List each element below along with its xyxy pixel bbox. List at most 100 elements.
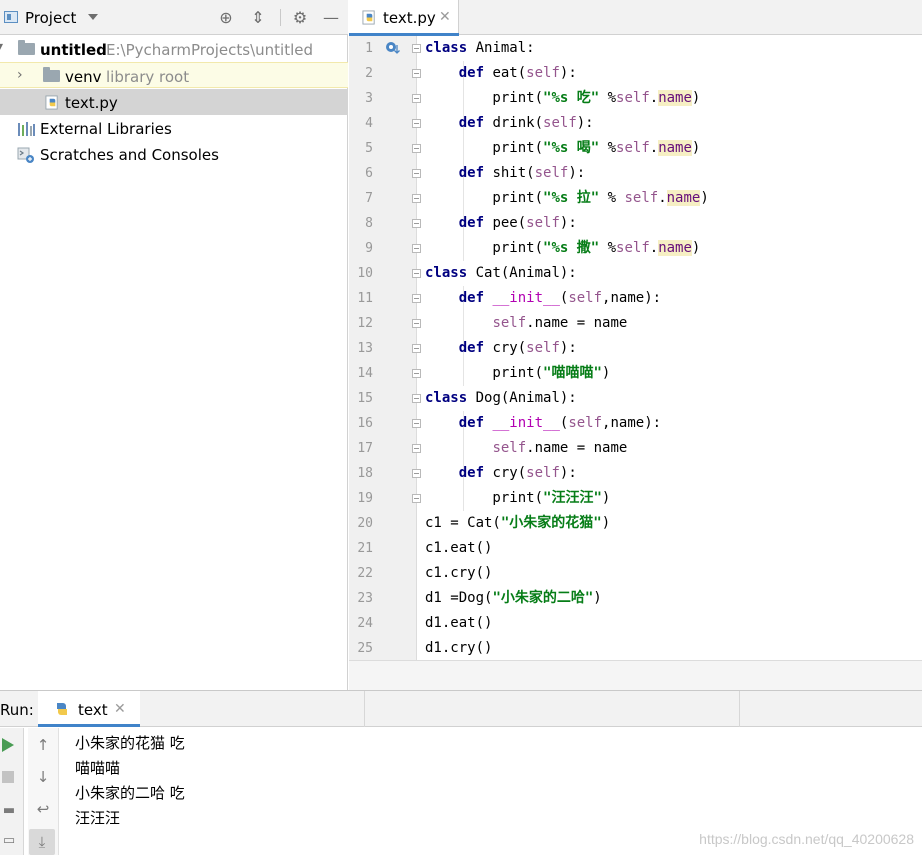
line-number: 9 xyxy=(365,241,373,256)
collapse-all-icon[interactable]: ⇕ xyxy=(248,8,268,28)
tab-text-py[interactable]: text.py ✕ xyxy=(349,0,459,36)
fold-icon[interactable] xyxy=(412,319,421,328)
code-line: c1.cry() xyxy=(425,565,493,581)
python-file-icon xyxy=(362,10,375,25)
run-tab-label: text xyxy=(78,701,108,719)
line-number: 20 xyxy=(357,516,373,531)
line-number: 15 xyxy=(357,391,373,406)
tree-item-external-libraries[interactable]: External Libraries xyxy=(0,115,348,141)
code-line: class Cat(Animal): xyxy=(425,265,577,281)
close-icon[interactable]: ✕ xyxy=(439,9,451,25)
line-number: 6 xyxy=(365,166,373,181)
fold-icon[interactable] xyxy=(412,444,421,453)
tree-item-text-py[interactable]: text.py xyxy=(0,89,348,115)
rerun-icon[interactable] xyxy=(2,738,14,752)
code-line: def eat(self): xyxy=(458,65,577,81)
fold-icon[interactable] xyxy=(412,269,421,278)
arrow-up-icon[interactable]: ↑ xyxy=(32,734,54,756)
fold-icon[interactable] xyxy=(412,244,421,253)
run-label: Run: xyxy=(0,701,34,719)
fold-icon[interactable] xyxy=(412,119,421,128)
code-line: class Dog(Animal): xyxy=(425,390,577,406)
line-number: 7 xyxy=(365,191,373,206)
line-number: 4 xyxy=(365,116,373,131)
line-number: 25 xyxy=(357,641,373,656)
tree-item-label: External Libraries xyxy=(40,120,172,138)
stop-icon[interactable] xyxy=(2,771,14,783)
line-number: 10 xyxy=(357,266,373,281)
run-tool-window: Run: text ✕ ▬ ▭ ↑ ↓ ↩ ⤓ 小朱家的花猫 吃 喵喵喵 小朱家… xyxy=(0,690,922,855)
minimize-icon[interactable]: — xyxy=(321,8,341,28)
fold-icon[interactable] xyxy=(412,344,421,353)
console-toolbar: ↑ ↓ ↩ ⤓ xyxy=(28,728,59,855)
fold-icon[interactable] xyxy=(412,219,421,228)
tree-item-scratches-and-consoles[interactable]: Scratches and Consoles xyxy=(0,141,348,167)
fold-icon[interactable] xyxy=(412,469,421,478)
project-view-icon xyxy=(4,11,18,23)
chevron-down-icon[interactable]: ▾ xyxy=(0,39,3,55)
line-number: 8 xyxy=(365,216,373,231)
layout-icon[interactable]: ▬ xyxy=(0,800,20,822)
fold-icon[interactable] xyxy=(412,419,421,428)
line-number: 13 xyxy=(357,341,373,356)
line-number: 21 xyxy=(357,541,373,556)
code-line: c1.eat() xyxy=(425,540,493,556)
python-file-icon xyxy=(45,95,58,110)
line-number: 22 xyxy=(357,566,373,581)
active-tab-indicator xyxy=(38,724,140,727)
folder-icon xyxy=(18,40,35,55)
subclassed-marker-icon[interactable] xyxy=(385,41,401,55)
folder-icon xyxy=(43,67,60,82)
output-line: 汪汪汪 xyxy=(75,809,121,827)
toolbar-divider xyxy=(280,9,281,26)
line-number: 11 xyxy=(357,291,373,306)
fold-icon[interactable] xyxy=(412,144,421,153)
tree-item-path: E:\PycharmProjects\untitled xyxy=(106,41,314,59)
scratches-icon xyxy=(17,147,34,163)
code-line: print("喵喵喵") xyxy=(425,365,611,381)
scroll-to-end-icon[interactable]: ⤓ xyxy=(29,829,55,855)
output-line: 小朱家的二哈 吃 xyxy=(75,784,185,802)
locate-icon[interactable]: ⊕ xyxy=(216,8,236,28)
fold-icon[interactable] xyxy=(412,169,421,178)
header-divider xyxy=(364,691,365,727)
pin-icon[interactable]: ▭ xyxy=(0,830,20,852)
chevron-down-icon[interactable] xyxy=(88,14,98,20)
chevron-right-icon[interactable]: › xyxy=(17,67,23,83)
line-number: 19 xyxy=(357,491,373,506)
gear-icon[interactable]: ⚙ xyxy=(290,8,310,28)
code-line: print("%s 吃" %self.name) xyxy=(425,90,701,106)
fold-icon[interactable] xyxy=(412,194,421,203)
project-tool-window: Project ⊕ ⇕ ⚙ — ▾ untitled E:\PycharmPro… xyxy=(0,0,348,690)
fold-icon[interactable] xyxy=(412,394,421,403)
code-line: c1 = Cat("小朱家的花猫") xyxy=(425,515,611,531)
fold-icon[interactable] xyxy=(412,369,421,378)
watermark: https://blog.csdn.net/qq_40200628 xyxy=(699,831,914,847)
code-line: self.name = name xyxy=(492,315,628,331)
line-number: 3 xyxy=(365,91,373,106)
code-line: def shit(self): xyxy=(458,165,586,181)
project-header: Project ⊕ ⇕ ⚙ — xyxy=(0,0,348,35)
line-number: 16 xyxy=(357,416,373,431)
arrow-down-icon[interactable]: ↓ xyxy=(32,766,54,788)
tree-item-untitled[interactable]: ▾ untitled E:\PycharmProjects\untitled xyxy=(0,36,348,62)
fold-icon[interactable] xyxy=(412,94,421,103)
code-area[interactable]: class Animal: def eat(self): print("%s 吃… xyxy=(425,36,922,660)
soft-wrap-icon[interactable]: ↩ xyxy=(32,798,54,820)
tree-item-label: untitled xyxy=(40,41,107,59)
fold-icon[interactable] xyxy=(412,44,421,53)
editor-tab-bar: text.py ✕ xyxy=(349,0,922,36)
fold-icon[interactable] xyxy=(412,494,421,503)
tab-label: text.py xyxy=(383,9,436,27)
output-line: 小朱家的花猫 吃 xyxy=(75,734,185,752)
close-icon[interactable]: ✕ xyxy=(114,701,126,717)
project-title[interactable]: Project xyxy=(25,9,76,27)
fold-icon[interactable] xyxy=(412,69,421,78)
code-line: d1.cry() xyxy=(425,640,493,656)
line-number-gutter[interactable]: 1 2 3 4 5 6 7 8 9 10 11 12 13 14 15 16 1… xyxy=(349,36,421,660)
run-tab-text[interactable]: text ✕ xyxy=(38,691,140,727)
output-line: 喵喵喵 xyxy=(75,759,121,777)
tree-item-venv[interactable]: › venv library root xyxy=(0,62,348,88)
line-number: 24 xyxy=(357,616,373,631)
fold-icon[interactable] xyxy=(412,294,421,303)
